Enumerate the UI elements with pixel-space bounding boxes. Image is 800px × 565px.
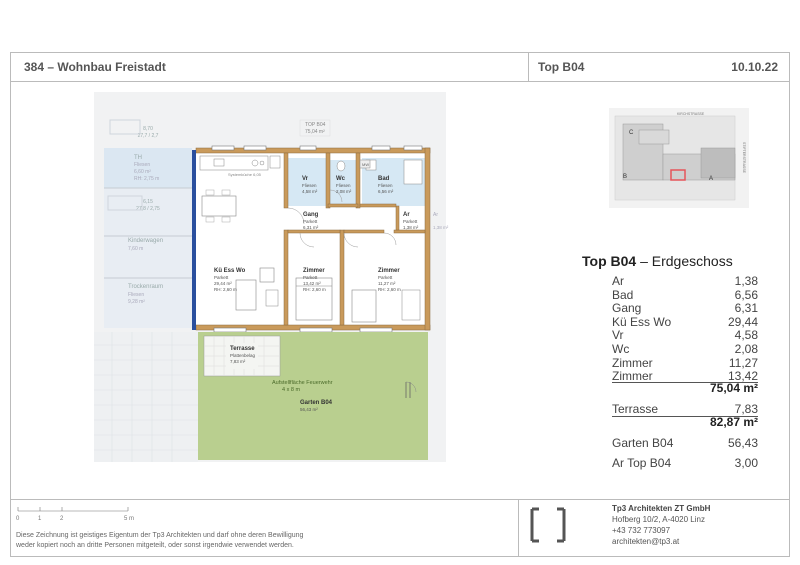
copyright-disclaimer: Diese Zeichnung ist geistiges Eigentum d… <box>16 532 304 549</box>
subtotal-value: 75,04 m² <box>709 381 758 395</box>
table-row: Kü Ess Wo 29,44 <box>612 315 758 329</box>
table-row-ar-top: Ar Top B04 3,00 <box>612 456 758 470</box>
table-row-value: 1,38 <box>734 274 758 288</box>
table-row: Wc 2,08 <box>612 342 758 356</box>
table-row-value: 6,56 <box>734 287 758 302</box>
svg-text:0: 0 <box>16 516 20 522</box>
table-row-name: Vr <box>612 328 624 343</box>
table-row-name: Ar <box>612 274 624 288</box>
footer-vertical-divider <box>518 499 519 557</box>
company-phone: +43 732 773097 <box>612 526 671 535</box>
area-table-title: Top B04 – Erdgeschoss <box>582 253 733 269</box>
svg-text:2: 2 <box>60 516 64 522</box>
svg-text:B: B <box>623 174 627 180</box>
table-row-name: Bad <box>612 287 634 302</box>
scale-bar: 0 1 2 5 m <box>16 507 134 522</box>
header-divider <box>528 52 529 82</box>
company-info: Tp3 Architekten ZT GmbH Hofberg 10/2, A-… <box>612 503 710 547</box>
table-row-value: 6,31 <box>734 301 758 316</box>
table-row-value: 2,08 <box>734 342 758 356</box>
table-row-terrasse: Terrasse 7,83 <box>612 402 758 416</box>
table-row-name: Gang <box>612 301 642 316</box>
svg-text:KIRCHSTRASSE: KIRCHSTRASSE <box>677 112 705 116</box>
plan-date: 10.10.22 <box>731 60 778 74</box>
table-row-value: 11,27 <box>728 355 758 370</box>
table-row: Bad 6,56 <box>612 288 758 302</box>
svg-text:5 m: 5 m <box>124 516 134 522</box>
project-title: 384 – Wohnbau Freistadt <box>24 60 166 74</box>
tp3-logo <box>530 507 566 543</box>
table-row-value: 29,44 <box>727 314 758 329</box>
table-row-name: Wc <box>612 342 630 356</box>
table-row: Vr 4,58 <box>612 328 758 342</box>
svg-text:C: C <box>629 130 634 136</box>
company-address: Hofberg 10/2, A-4020 Linz <box>612 515 705 524</box>
svg-text:1: 1 <box>38 516 42 522</box>
company-email[interactable]: architekten@tp3.at <box>612 536 710 547</box>
svg-text:STIFTERSTRASSE: STIFTERSTRASSE <box>742 142 746 174</box>
svg-text:A: A <box>709 176 713 182</box>
table-row-name: Kü Ess Wo <box>612 314 672 329</box>
header-bar: 384 – Wohnbau Freistadt Top B04 10.10.22 <box>10 52 790 82</box>
table-row: Gang 6,31 <box>612 301 758 315</box>
footer-divider-line <box>10 499 790 500</box>
total-value: 82,87 m² <box>709 415 758 429</box>
table-row: Ar 1,38 <box>612 274 758 288</box>
site-key-map: C B A KIRCHSTRASSE STIFTERSTRASSE <box>609 108 749 208</box>
table-row-name: Zimmer <box>612 355 653 370</box>
table-row-garten: Garten B04 56,43 <box>612 436 758 450</box>
company-name: Tp3 Architekten ZT GmbH <box>612 504 711 513</box>
unit-title: Top B04 <box>538 60 585 74</box>
table-row-value: 4,58 <box>734 328 758 343</box>
table-row: Zimmer 11,27 <box>612 356 758 370</box>
